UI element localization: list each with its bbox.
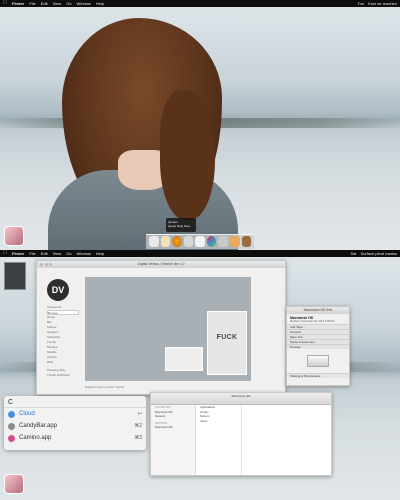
launcher-result-label: Cloud xyxy=(19,411,35,417)
menu-user[interactable]: Kurz se machen xyxy=(368,0,397,7)
dock-robot-icon[interactable] xyxy=(183,236,194,247)
minimize-button[interactable] xyxy=(44,263,48,266)
info-header: Macintosh HD Modified: December 03, 2012… xyxy=(287,314,349,324)
menu-finder[interactable]: Finder xyxy=(12,0,24,7)
menu-clock[interactable]: Sat xyxy=(351,250,357,257)
post-card[interactable]: FUCK xyxy=(207,311,247,375)
launcher-panel: C Cloud ↩ CandyBar.app ⌘2 Camino.app ⌘3 xyxy=(4,396,146,450)
window-controls xyxy=(40,263,52,266)
dock-finder-icon[interactable] xyxy=(149,236,159,247)
dock-notes-icon[interactable] xyxy=(160,236,171,247)
menu-file[interactable]: File xyxy=(29,0,35,7)
menu-edit[interactable]: Edit xyxy=(41,250,48,257)
finder-folder-item[interactable]: Users xyxy=(196,419,241,424)
info-modified: Modified: December 03, 2012 6:08 PM xyxy=(290,320,335,323)
apple-icon[interactable]:  xyxy=(3,250,8,257)
top-desktop:  Finder File Edit View Go Window Help T… xyxy=(0,0,400,250)
dock-document-icon[interactable] xyxy=(195,236,205,247)
menu-user[interactable]: Surface pinot mariss xyxy=(361,250,397,257)
candybar-icon[interactable] xyxy=(4,474,24,494)
finder-device-item[interactable]: Macintosh HD xyxy=(151,425,195,430)
menu-bar:  Finder File Edit View Go Window Help S… xyxy=(0,250,400,257)
dock-separator-icon xyxy=(218,236,228,247)
finder-sidebar-item[interactable]: Network xyxy=(151,414,195,419)
browser-title: Digital Veritas / Search Ike 1.0 xyxy=(137,262,185,266)
menu-finder[interactable]: Finder xyxy=(12,250,24,257)
site-logo[interactable]: DV xyxy=(47,279,69,301)
info-titlebar[interactable]: Macintosh HD Info xyxy=(287,307,349,314)
info-section-sharing[interactable]: Sharing & Permissions xyxy=(287,373,349,378)
info-window: Macintosh HD Info Macintosh HD Modified:… xyxy=(286,306,350,386)
menu-window[interactable]: Window xyxy=(77,250,91,257)
cloud-icon xyxy=(8,410,15,418)
launcher-result-label: Camino.app xyxy=(19,435,52,441)
finder-sidebar: FAVORITES Macintosh HD Network DEVICES M… xyxy=(151,405,196,475)
launcher-query[interactable]: C xyxy=(4,396,146,408)
close-button[interactable] xyxy=(40,263,43,266)
dock-browser-icon[interactable] xyxy=(206,236,217,247)
candybar-icon xyxy=(8,422,15,430)
bottom-desktop:  Finder File Edit View Go Window Help S… xyxy=(0,250,400,500)
menu-edit[interactable]: Edit xyxy=(41,0,48,7)
launcher-result-shortcut: ⌘3 xyxy=(134,435,142,441)
menu-clock[interactable]: Tue xyxy=(357,0,364,7)
launcher-result[interactable]: CandyBar.app ⌘2 xyxy=(4,420,146,432)
browser-window: Digital Veritas / Search Ike 1.0 DV Choo… xyxy=(36,260,286,395)
menu-go[interactable]: Go xyxy=(66,0,71,7)
sidebar-link-rss[interactable]: RSS xyxy=(47,360,79,365)
menu-help[interactable]: Help xyxy=(96,0,104,7)
launcher-result[interactable]: Cloud ↩ xyxy=(4,408,146,420)
menu-window[interactable]: Window xyxy=(77,0,91,7)
tooltip-subtitle: Quote Daly Nero xyxy=(168,224,191,228)
mini-preview-window[interactable] xyxy=(4,262,26,290)
dock-quotes-icon[interactable] xyxy=(172,236,182,247)
finder-title: Macintosh HD xyxy=(231,394,251,398)
site-sidebar: Choose All Browse Home Bio Kulture Syste… xyxy=(47,305,79,378)
camino-icon xyxy=(8,434,15,442)
launcher-result[interactable]: Camino.app ⌘3 xyxy=(4,432,146,444)
menu-view[interactable]: View xyxy=(53,250,62,257)
dock-tooltip: Quotes Quote Daly Nero xyxy=(166,218,196,232)
finder-window: Macintosh HD FAVORITES Macintosh HD Netw… xyxy=(150,392,332,476)
menu-go[interactable]: Go xyxy=(66,250,71,257)
info-section-preview[interactable]: Preview xyxy=(287,344,349,349)
launcher-result-shortcut: ⌘2 xyxy=(134,423,142,429)
post-card-title: FUCK xyxy=(216,334,238,341)
dock-folder-icon[interactable] xyxy=(229,236,240,247)
finder-toolbar: Macintosh HD xyxy=(151,393,331,405)
zoom-button[interactable] xyxy=(49,263,52,266)
post-thumbnail[interactable] xyxy=(165,347,203,371)
apple-icon[interactable]:  xyxy=(3,0,8,7)
dock-trash-icon[interactable] xyxy=(241,236,252,247)
site-caption: Digital is Noir is a Noir Tumblr xyxy=(85,385,125,389)
menu-help[interactable]: Help xyxy=(96,250,104,257)
dock xyxy=(146,234,254,249)
launcher-result-label: CandyBar.app xyxy=(19,423,58,429)
finder-column: Applications Library System Users xyxy=(196,405,242,475)
menu-view[interactable]: View xyxy=(53,0,62,7)
candybar-icon[interactable] xyxy=(4,226,24,246)
hard-drive-icon xyxy=(307,355,329,367)
menu-file[interactable]: File xyxy=(29,250,35,257)
info-title: Macintosh HD Info xyxy=(303,308,333,312)
sidebar-footer-link[interactable]: Tumblr stuff Now xyxy=(47,373,79,378)
launcher-result-shortcut: ↩ xyxy=(137,411,142,417)
browser-titlebar[interactable]: Digital Veritas / Search Ike 1.0 xyxy=(37,261,285,268)
menu-bar:  Finder File Edit View Go Window Help T… xyxy=(0,0,400,7)
